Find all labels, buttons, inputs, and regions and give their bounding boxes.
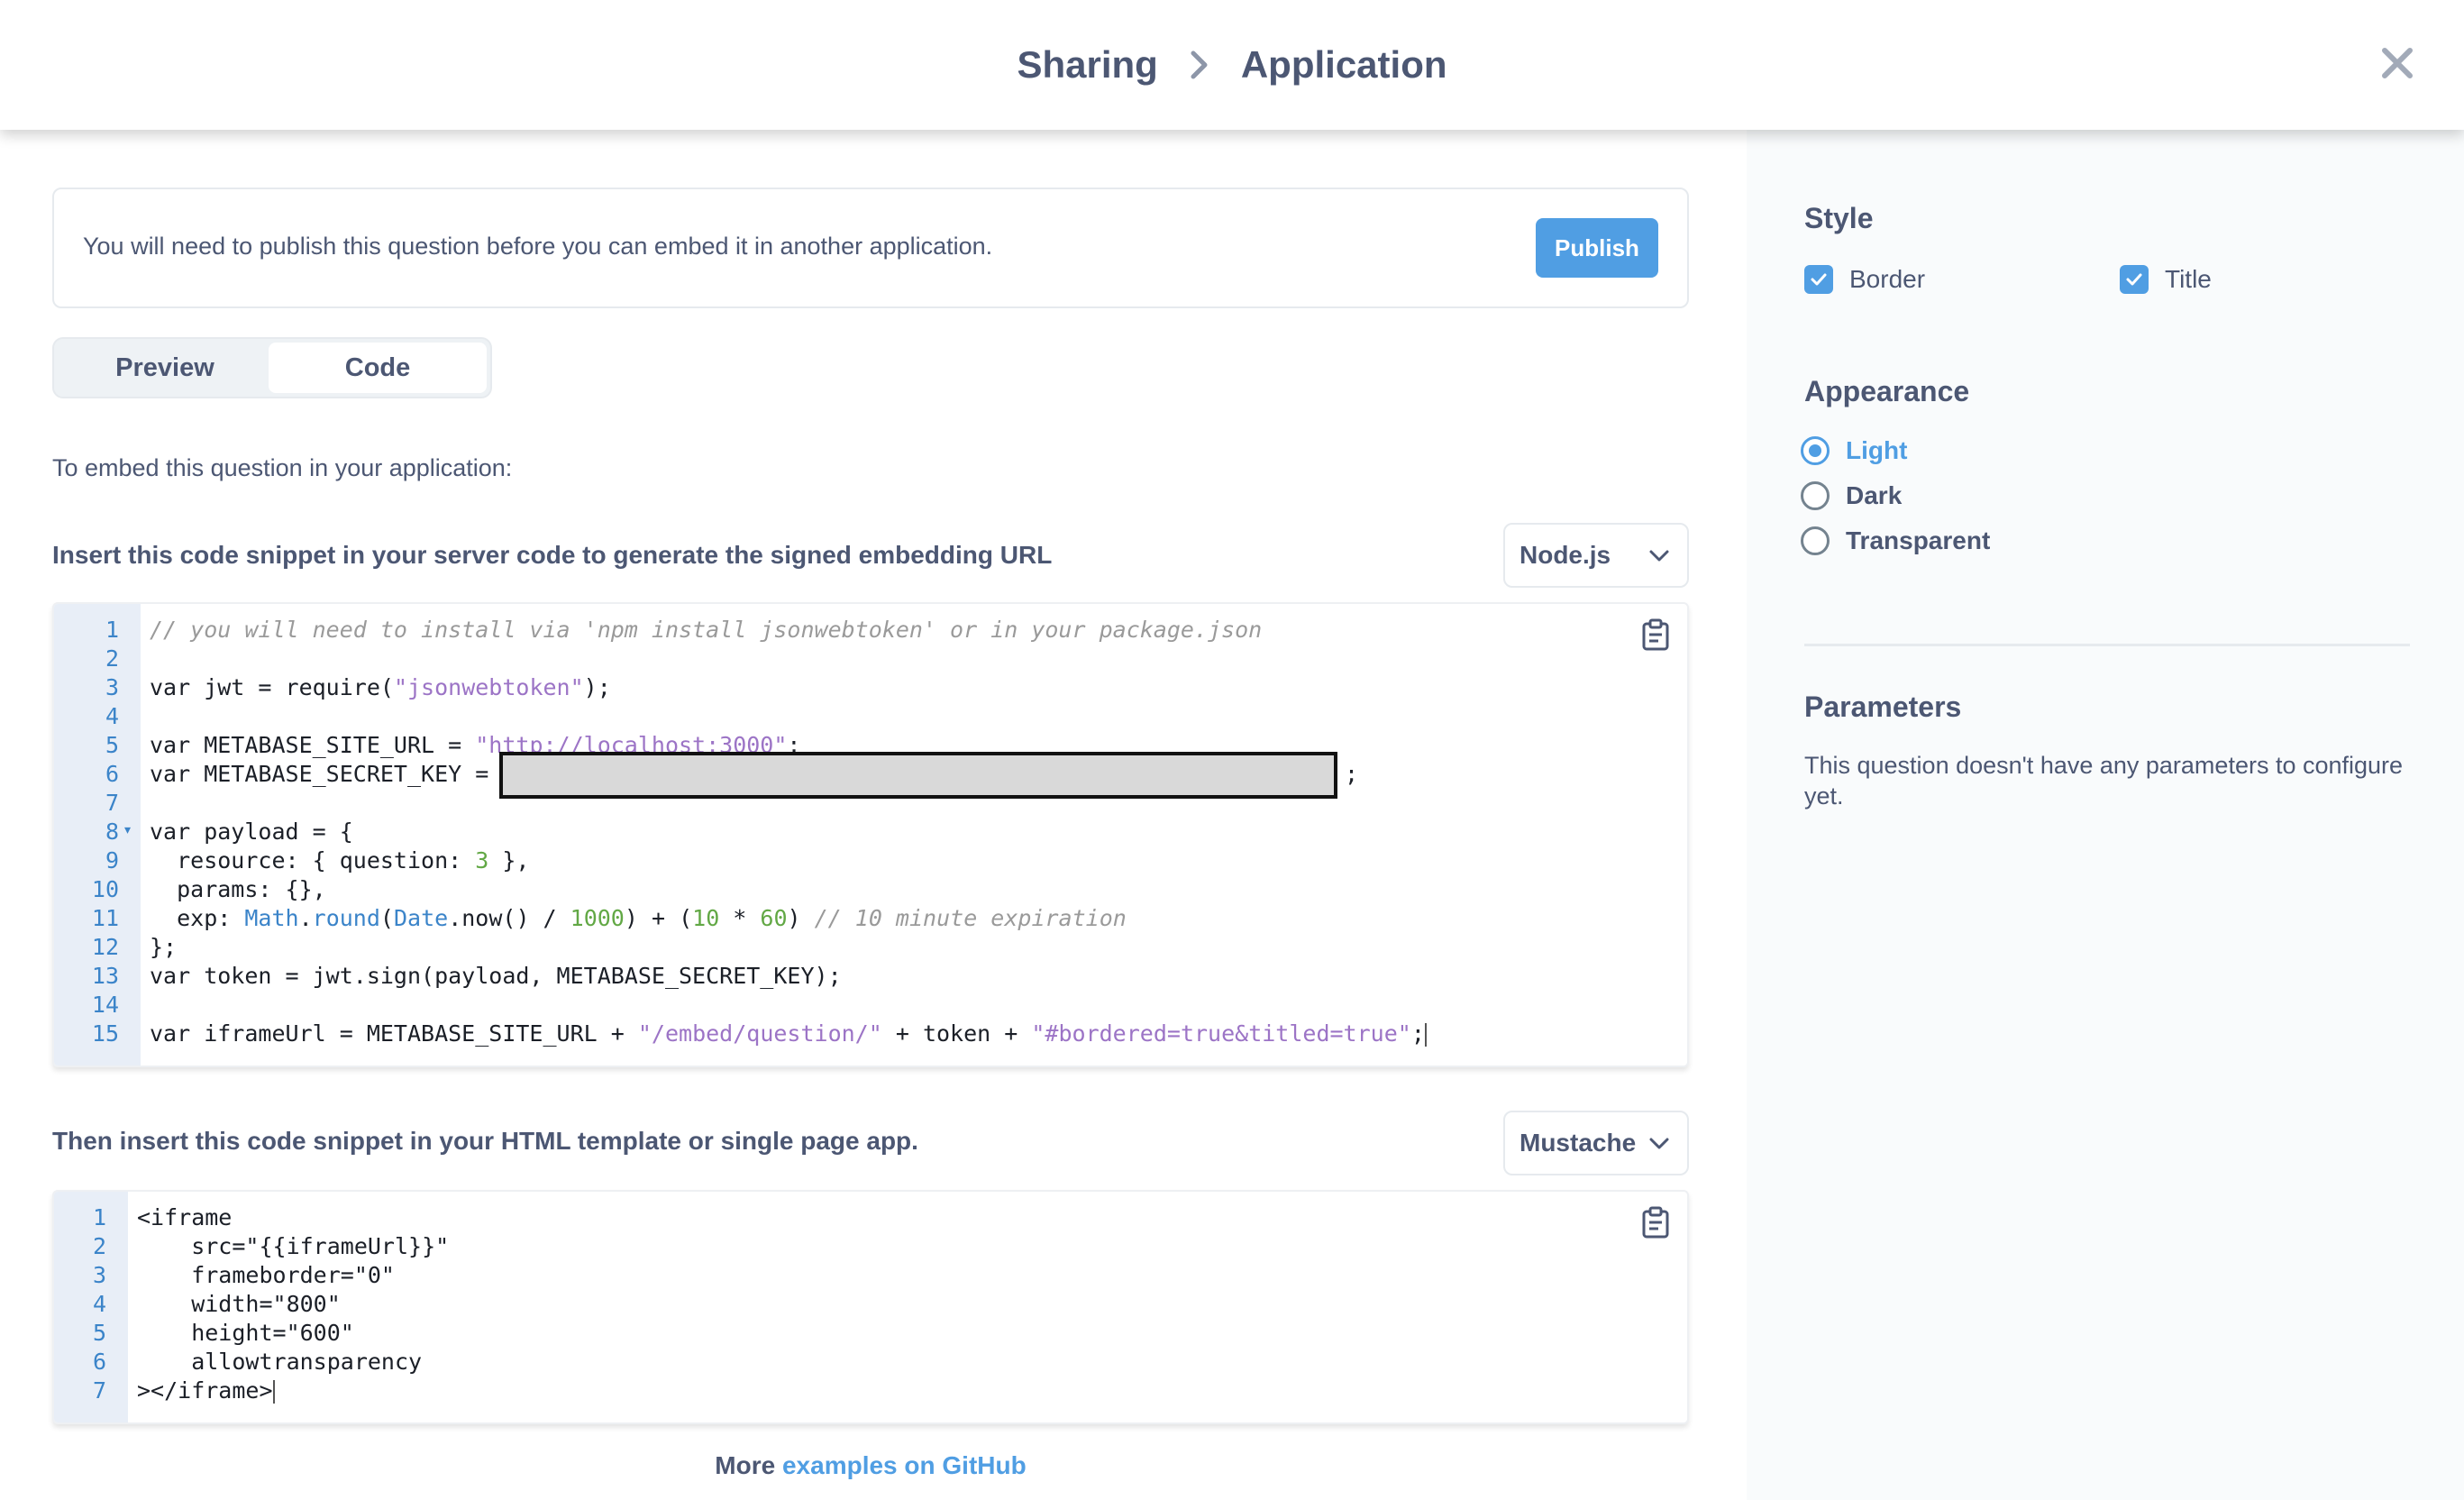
code-line: exp: Math.round(Date.now() / 1000) + (10… [150, 905, 1127, 931]
appearance-heading: Appearance [1804, 375, 1970, 407]
line-number: 6 [92, 1349, 106, 1375]
code-line: var payload = { [150, 819, 353, 845]
appearance-dark-label: Dark [1846, 481, 1903, 509]
client-language-value: Mustache [1519, 1129, 1637, 1157]
breadcrumb: Sharing Application [0, 0, 2464, 130]
line-number: 14 [91, 992, 119, 1018]
fold-arrow-icon[interactable]: ▾ [124, 822, 131, 837]
code-line: allowtransparency [137, 1349, 423, 1375]
line-number: 7 [92, 1377, 106, 1404]
radio-icon[interactable] [1801, 481, 1830, 510]
modal-header: Sharing Application [0, 0, 2464, 130]
line-number: 11 [91, 905, 119, 931]
client-code-label: Then insert this code snippet in your HT… [52, 1127, 918, 1155]
line-number: 4 [105, 703, 119, 729]
copy-icon[interactable] [1640, 618, 1671, 651]
code-line: // you will need to install via 'npm ins… [150, 617, 1263, 643]
appearance-transparent[interactable]: Transparent [1801, 526, 1990, 555]
chevron-down-icon [1647, 544, 1671, 574]
checkbox-checked-icon[interactable] [1804, 265, 1833, 294]
tab-code[interactable]: Code [269, 343, 487, 393]
sidebar-divider [1804, 644, 2410, 646]
line-number: 5 [105, 732, 119, 758]
secret-key-tail: ; [1345, 761, 1359, 787]
code-line: src="{{iframeUrl}}" [137, 1233, 450, 1259]
code-line: var METABASE_SECRET_KEY = " [150, 761, 516, 787]
server-code-label: Insert this code snippet in your server … [52, 541, 1053, 569]
redacted-secret-key [499, 752, 1337, 799]
publish-button[interactable]: Publish [1536, 218, 1658, 278]
title-option[interactable]: Title [2120, 265, 2212, 294]
appearance-transparent-label: Transparent [1846, 526, 1991, 554]
code-line: height="600" [137, 1320, 354, 1346]
github-examples-link[interactable]: examples on GitHub [782, 1451, 1027, 1479]
code-line: resource: { question: 3 }, [150, 847, 530, 873]
appearance-light[interactable]: Light [1801, 436, 1907, 465]
embed-settings-sidebar: Style Border Title Appearance Light Dark… [1747, 130, 2464, 1500]
code-line: var jwt = require("jsonwebtoken"); [150, 674, 611, 700]
line-number: 8 [105, 819, 119, 845]
copy-icon[interactable] [1640, 1206, 1671, 1239]
radio-icon[interactable] [1801, 526, 1830, 555]
line-number: 2 [92, 1233, 106, 1259]
code-line: var iframeUrl = METABASE_SITE_URL + "/em… [150, 1020, 1427, 1047]
embed-intro-text: To embed this question in your applicati… [52, 454, 513, 481]
more-examples: More examples on GitHub [52, 1451, 1689, 1480]
line-number: 3 [92, 1262, 106, 1288]
code-line: <iframe [137, 1204, 233, 1230]
appearance-light-label: Light [1846, 436, 1908, 464]
line-number: 4 [92, 1291, 106, 1317]
title-option-label: Title [2165, 265, 2212, 293]
line-number: 5 [92, 1320, 106, 1346]
server-language-select[interactable]: Node.js [1503, 523, 1689, 588]
server-language-value: Node.js [1519, 541, 1611, 569]
chevron-down-icon [1647, 1132, 1671, 1162]
preview-code-toggle: Preview Code [52, 337, 492, 398]
publish-notice: You will need to publish this question b… [52, 188, 1689, 308]
more-prefix: More [715, 1451, 776, 1479]
line-number: 15 [91, 1020, 119, 1047]
close-icon[interactable] [2374, 40, 2421, 87]
border-option[interactable]: Border [1804, 265, 1925, 294]
code-line: }; [150, 934, 178, 960]
code-line: ></iframe> [137, 1377, 275, 1404]
code-line: params: {}, [150, 876, 326, 902]
breadcrumb-sharing[interactable]: Sharing [1017, 43, 1157, 87]
style-heading: Style [1804, 202, 1874, 234]
line-number: 3 [105, 674, 119, 700]
parameters-empty-text: This question doesn't have any parameter… [1804, 752, 2404, 809]
line-number: 1 [92, 1204, 106, 1230]
code-line: frameborder="0" [137, 1262, 395, 1288]
line-number-gutter: 1 2 3 4 5 67 [54, 1192, 128, 1422]
chevron-right-icon [1183, 49, 1216, 81]
client-code-editor[interactable]: 1 2 3 4 5 67 <iframe src="{{iframeUrl}}" fram… [52, 1190, 1689, 1424]
code-line: width="800" [137, 1291, 341, 1317]
publish-notice-text: You will need to publish this question b… [83, 233, 993, 260]
parameters-heading: Parameters [1804, 691, 1962, 723]
checkbox-checked-icon[interactable] [2120, 265, 2149, 294]
line-number: 10 [91, 876, 119, 902]
line-number: 6 [105, 761, 119, 787]
line-number: 12 [91, 934, 119, 960]
tab-preview[interactable]: Preview [58, 343, 272, 393]
breadcrumb-application: Application [1240, 43, 1447, 86]
code-line: var token = jwt.sign(payload, METABASE_S… [150, 963, 842, 989]
line-number: 9 [105, 847, 119, 873]
client-language-select[interactable]: Mustache [1503, 1111, 1689, 1175]
radio-selected-icon[interactable] [1801, 436, 1830, 465]
line-number: 1 [105, 617, 119, 643]
line-number: 2 [105, 645, 119, 672]
server-code-editor[interactable]: 1 2 3 4 5 6 7 8 9 10 11 12 13 14 15 // you will need t… [52, 602, 1689, 1067]
border-option-label: Border [1849, 265, 1926, 293]
line-number: 7 [105, 790, 119, 816]
appearance-dark[interactable]: Dark [1801, 481, 1902, 510]
line-number: 13 [91, 963, 119, 989]
